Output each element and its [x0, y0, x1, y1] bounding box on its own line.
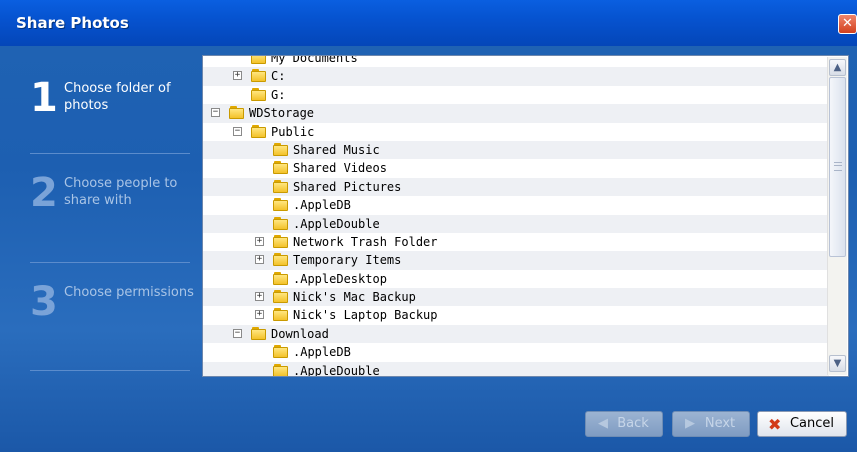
- back-button[interactable]: ◀ Back: [585, 411, 663, 437]
- tree-row[interactable]: .AppleDB: [203, 196, 829, 214]
- folder-name: .AppleDouble: [293, 216, 380, 231]
- folder-icon: [273, 253, 289, 267]
- step-3-label: Choose permissions: [64, 285, 194, 300]
- folder-name: WDStorage: [249, 106, 315, 121]
- scroll-down-button[interactable]: ▼: [829, 355, 846, 372]
- expand-icon[interactable]: +: [255, 236, 264, 246]
- scroll-up-button[interactable]: ▲: [829, 59, 846, 76]
- tree-row[interactable]: − Download: [203, 324, 829, 344]
- expand-icon[interactable]: +: [233, 71, 242, 81]
- tree-row[interactable]: + Nick's Laptop Backup: [203, 306, 829, 324]
- expand-icon[interactable]: +: [255, 310, 264, 320]
- step-divider: [30, 370, 190, 371]
- collapse-icon[interactable]: −: [233, 328, 242, 338]
- expand-icon[interactable]: +: [255, 255, 264, 265]
- tree-row[interactable]: + Network Trash Folder: [203, 233, 829, 251]
- next-arrow-icon: ▶: [685, 416, 695, 431]
- chevron-up-icon: ▲: [833, 62, 842, 73]
- folder-icon: [273, 216, 289, 230]
- folder-icon: [273, 234, 289, 248]
- folder-icon: [273, 142, 289, 156]
- collapse-icon[interactable]: −: [211, 108, 220, 118]
- step-3-number: 3: [30, 279, 58, 325]
- tree-row[interactable]: Shared Videos: [203, 159, 829, 177]
- folder-icon: [273, 179, 289, 193]
- dialog-title: Share Photos: [16, 14, 129, 32]
- share-photos-dialog: Share Photos ✕ 1 Choose folder of photos…: [0, 0, 857, 452]
- back-arrow-icon: ◀: [598, 416, 608, 431]
- folder-icon: [273, 308, 289, 322]
- folder-name: Download: [271, 326, 329, 341]
- grip-icon: [834, 162, 842, 171]
- folder-name: Temporary Items: [293, 253, 402, 268]
- folder-name: Nick's Mac Backup: [293, 290, 416, 305]
- folder-name: Network Trash Folder: [293, 234, 438, 249]
- folder-name: .AppleDesktop: [293, 271, 387, 286]
- tree-row[interactable]: .AppleDesktop: [203, 270, 829, 288]
- cancel-icon: ✖: [768, 415, 782, 434]
- tree-row[interactable]: + Nick's Mac Backup: [203, 288, 829, 307]
- folder-icon: [273, 345, 289, 359]
- folder-name: My Documents: [271, 55, 358, 65]
- folder-name: .AppleDouble: [293, 363, 380, 377]
- scroll-thumb[interactable]: [829, 77, 846, 257]
- tree-row[interactable]: .AppleDouble: [203, 361, 829, 377]
- tree-row[interactable]: − WDStorage: [203, 104, 829, 123]
- folder-icon: [273, 161, 289, 175]
- step-2-number: 2: [30, 170, 58, 216]
- chevron-down-icon: ▼: [833, 358, 842, 369]
- folder-name: .AppleDB: [293, 345, 351, 360]
- folder-tree[interactable]: My Documents + C: G: − WDStorage − Public Shared…: [202, 55, 849, 377]
- vertical-scrollbar[interactable]: ▲ ▼: [827, 57, 847, 375]
- folder-name: .AppleDB: [293, 198, 351, 213]
- step-1-label: Choose folder of photos: [64, 81, 171, 113]
- tree-row[interactable]: + C:: [203, 67, 829, 86]
- tree-row[interactable]: Shared Music: [203, 140, 829, 160]
- step-divider: [30, 153, 190, 154]
- folder-icon: [251, 326, 267, 340]
- tree-row[interactable]: .AppleDouble: [203, 214, 829, 233]
- tree-row[interactable]: − Public: [203, 123, 829, 141]
- close-button[interactable]: ✕: [838, 14, 857, 34]
- step-divider: [30, 262, 190, 263]
- folder-name: Shared Music: [293, 142, 380, 157]
- folder-icon: [251, 87, 267, 101]
- cancel-button[interactable]: ✖ Cancel: [757, 411, 847, 437]
- folder-icon: [251, 124, 267, 138]
- folder-icon: [273, 271, 289, 285]
- tree-row[interactable]: My Documents: [203, 55, 829, 67]
- folder-icon: [273, 198, 289, 212]
- close-icon: ✕: [842, 16, 853, 31]
- folder-name: Shared Videos: [293, 161, 387, 176]
- step-1-number: 1: [30, 75, 58, 121]
- folder-name: Nick's Laptop Backup: [293, 308, 438, 323]
- tree-row[interactable]: + Temporary Items: [203, 251, 829, 270]
- folder-name: Public: [271, 124, 315, 139]
- folder-icon: [251, 56, 267, 64]
- folder-tree-rows: My Documents + C: G: − WDStorage − Public Shared…: [203, 55, 829, 377]
- folder-name: Shared Pictures: [293, 179, 402, 194]
- folder-icon: [229, 106, 245, 120]
- tree-row[interactable]: G:: [203, 86, 829, 104]
- folder-icon: [273, 290, 289, 304]
- folder-icon: [273, 363, 289, 376]
- tree-row[interactable]: Shared Pictures: [203, 177, 829, 197]
- next-button[interactable]: ▶ Next: [672, 411, 750, 437]
- title-bar: Share Photos ✕: [0, 0, 857, 46]
- tree-row[interactable]: .AppleDB: [203, 343, 829, 361]
- step-2-label: Choose people to share with: [64, 176, 178, 208]
- expand-icon[interactable]: +: [255, 292, 264, 302]
- folder-name: G:: [271, 87, 286, 102]
- folder-name: C:: [271, 69, 286, 84]
- folder-icon: [251, 69, 267, 83]
- collapse-icon[interactable]: −: [233, 126, 242, 136]
